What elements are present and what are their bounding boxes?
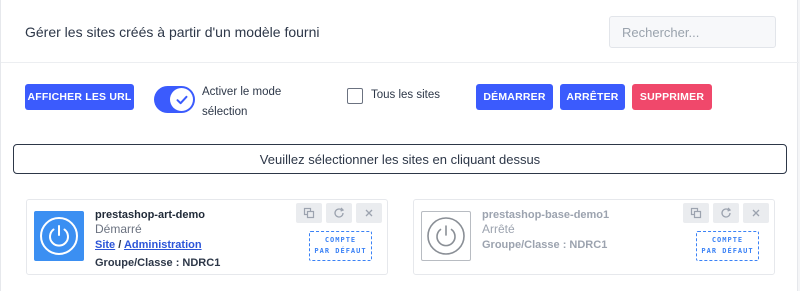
site-icon [421,211,471,261]
site-links: Site / Administration [95,239,202,251]
default-account-stamp: COMPTE PAR DÉFAUT [309,231,372,261]
stamp-line2: PAR DÉFAUT [701,247,754,255]
selection-mode-label-line2: sélection [202,106,248,118]
stamp-line1: COMPTE [711,236,744,244]
all-sites-checkbox[interactable] [347,88,363,104]
site-link[interactable]: Site [95,239,115,251]
selection-mode-label: Activer le mode sélection [202,82,312,122]
search-input[interactable] [609,16,776,48]
card-actions [683,203,769,223]
all-sites-label: Tous les sites [371,89,441,101]
default-account-stamp: COMPTE PAR DÉFAUT [696,231,759,261]
site-status: Démarré [95,222,142,236]
selection-mode-toggle[interactable] [154,86,195,113]
selection-notice: Veuillez sélectionner les sites en cliqu… [13,144,787,174]
stop-button[interactable]: ARRÊTER [560,84,625,110]
site-group: Groupe/Classe : NDRC1 [482,239,608,251]
stamp-line2: PAR DÉFAUT [314,247,367,255]
sites-panel: Gérer les sites créés à partir d'un modè… [0,0,799,291]
power-icon [40,217,78,255]
copy-icon [690,207,702,219]
close-icon [365,209,373,217]
site-card[interactable]: prestashop-base-demo1 Arrêté Groupe/Clas… [413,199,775,275]
page-title: Gérer les sites créés à partir d'un modè… [25,24,320,40]
copy-button[interactable] [296,203,322,223]
site-icon [34,211,84,261]
delete-button[interactable]: SUPPRIMER [632,84,712,110]
card-actions [296,203,382,223]
close-icon [752,209,760,217]
copy-icon [303,207,315,219]
show-urls-button[interactable]: AFFICHER LES URL [25,84,134,110]
stamp-line1: COMPTE [324,236,357,244]
remove-button[interactable] [356,203,382,223]
site-group: Groupe/Classe : NDRC1 [95,257,221,269]
site-name: prestashop-base-demo1 [482,209,610,221]
copy-button[interactable] [683,203,709,223]
site-name: prestashop-art-demo [95,209,206,221]
refresh-icon [334,207,345,218]
site-status: Arrêté [482,222,515,236]
power-icon [427,217,465,255]
link-separator: / [118,239,122,251]
restart-button[interactable] [326,203,352,223]
administration-link[interactable]: Administration [124,239,202,251]
selection-mode-label-line1: Activer le mode [202,86,282,98]
site-card[interactable]: prestashop-art-demo Démarré Site / Admin… [26,199,388,275]
restart-button[interactable] [713,203,739,223]
refresh-icon [721,207,732,218]
header-divider [1,62,799,63]
start-button[interactable]: DÉMARRER [476,84,553,110]
check-icon [176,95,187,104]
toggle-knob [170,88,193,111]
remove-button[interactable] [743,203,769,223]
